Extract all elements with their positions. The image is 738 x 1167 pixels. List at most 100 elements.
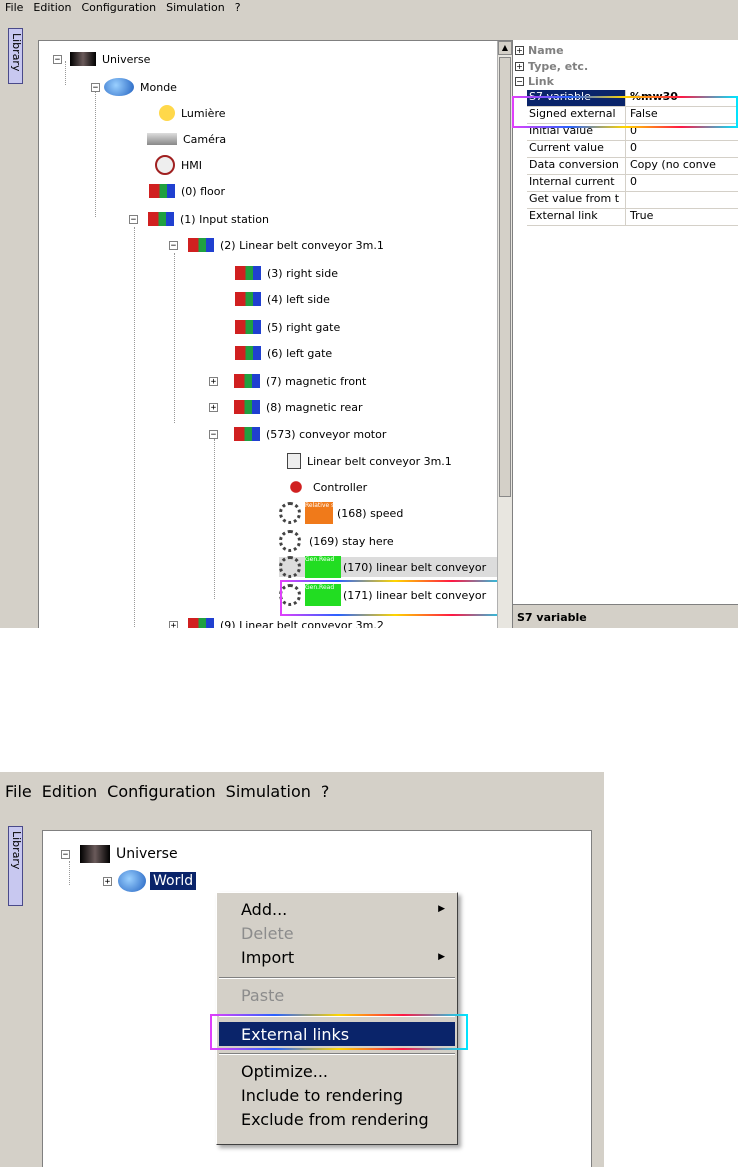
prop-key: Internal current bbox=[527, 175, 626, 191]
scroll-thumb[interactable] bbox=[499, 57, 511, 497]
menu-item-include-rendering[interactable]: Include to rendering bbox=[219, 1083, 455, 1107]
prop-value[interactable]: 0 bbox=[626, 141, 637, 157]
speed-tag: Relative speed bbox=[305, 502, 333, 524]
category-type[interactable]: + Type, etc. bbox=[513, 60, 588, 73]
tree-node-controller[interactable]: Controller bbox=[285, 477, 367, 497]
tree-scrollbar[interactable]: ▲ bbox=[497, 41, 513, 628]
menu-file[interactable]: File bbox=[0, 782, 37, 801]
prop-value[interactable] bbox=[626, 192, 630, 208]
part-icon bbox=[188, 238, 214, 252]
collapse-icon[interactable]: − bbox=[209, 429, 218, 439]
collapse-icon[interactable]: − bbox=[169, 240, 178, 250]
tree-node-left-side[interactable]: (4) left side bbox=[235, 289, 330, 309]
tree-node-conveyor-2[interactable]: + (9) Linear belt conveyor 3m.2 bbox=[169, 615, 384, 628]
tree-label: (4) left side bbox=[267, 292, 330, 306]
tree-node-lumiere[interactable]: Lumière bbox=[159, 103, 226, 123]
tree-label: Linear belt conveyor 3m.1 bbox=[307, 454, 452, 468]
prop-row-data-conversion[interactable]: Data conversion Copy (no conve bbox=[527, 158, 738, 175]
tree-node-conveyor-1[interactable]: − (2) Linear belt conveyor 3m.1 bbox=[169, 235, 384, 255]
tree-label: (1) Input station bbox=[180, 212, 269, 226]
scroll-up-icon[interactable]: ▲ bbox=[498, 41, 512, 55]
tree-label: Caméra bbox=[183, 132, 227, 146]
menu-file[interactable]: File bbox=[0, 1, 28, 14]
tree-node-floor[interactable]: (0) floor bbox=[149, 181, 225, 201]
expand-icon[interactable]: + bbox=[169, 620, 178, 628]
submenu-arrow-icon: ▶ bbox=[438, 952, 445, 962]
tree-label: (3) right side bbox=[267, 266, 338, 280]
tree-label: (0) floor bbox=[181, 184, 225, 198]
menu-item-add[interactable]: Add... ▶ bbox=[219, 897, 455, 921]
menu-item-exclude-rendering[interactable]: Exclude from rendering bbox=[219, 1107, 455, 1131]
menu-edition[interactable]: Edition bbox=[37, 782, 102, 801]
tree-node-linear-belt-item[interactable]: Linear belt conveyor 3m.1 bbox=[287, 451, 452, 471]
top-menubar: File Edition Configuration Simulation ? bbox=[0, 0, 738, 14]
tree-node-right-side[interactable]: (3) right side bbox=[235, 263, 338, 283]
tree-node-monde[interactable]: − Monde bbox=[91, 77, 177, 97]
collapse-icon[interactable]: − bbox=[53, 54, 62, 64]
tree-node-hmi[interactable]: HMI bbox=[155, 155, 202, 175]
highlight-linear-171 bbox=[280, 580, 510, 616]
tree-label-selected: World bbox=[150, 872, 197, 890]
collapse-icon[interactable]: − bbox=[515, 77, 524, 86]
menu-simulation[interactable]: Simulation bbox=[161, 1, 230, 14]
menu-item-label: Paste bbox=[241, 985, 285, 1005]
tree-node-speed[interactable]: Relative speed (168) speed bbox=[279, 502, 403, 524]
gears-icon bbox=[285, 479, 307, 495]
part-icon bbox=[148, 212, 174, 226]
collapse-icon[interactable]: − bbox=[91, 82, 100, 92]
tree-node-conveyor-motor[interactable]: − (573) conveyor motor bbox=[209, 424, 386, 444]
menu-configuration[interactable]: Configuration bbox=[102, 782, 221, 801]
prop-value[interactable]: True bbox=[626, 209, 653, 225]
lightbulb-icon bbox=[159, 105, 175, 121]
menu-separator bbox=[219, 977, 455, 979]
menu-simulation[interactable]: Simulation bbox=[221, 782, 316, 801]
tree-node-magnetic-front[interactable]: + (7) magnetic front bbox=[209, 371, 366, 391]
expand-icon[interactable]: + bbox=[209, 402, 218, 412]
tree-label: HMI bbox=[181, 158, 203, 172]
menu-item-optimize[interactable]: Optimize... bbox=[219, 1059, 455, 1083]
prop-row-current-value[interactable]: Current value 0 bbox=[527, 141, 738, 158]
tree-label: Universe bbox=[102, 52, 151, 66]
tree-node-input-station[interactable]: − (1) Input station bbox=[129, 209, 269, 229]
expand-icon[interactable]: + bbox=[515, 46, 524, 55]
tree-node-left-gate[interactable]: (6) left gate bbox=[235, 343, 332, 363]
prop-value[interactable]: 0 bbox=[626, 175, 637, 191]
prop-row-get-value[interactable]: Get value from t bbox=[527, 192, 738, 209]
menu-configuration[interactable]: Configuration bbox=[76, 1, 161, 14]
menu-edition[interactable]: Edition bbox=[28, 1, 76, 14]
category-name[interactable]: + Name bbox=[513, 44, 564, 57]
expand-icon[interactable]: + bbox=[103, 876, 112, 886]
library-tab[interactable]: Library bbox=[8, 826, 23, 906]
tree-node-universe[interactable]: − Universe bbox=[61, 843, 178, 865]
tree-node-camera[interactable]: Caméra bbox=[147, 129, 226, 149]
menu-item-import[interactable]: Import ▶ bbox=[219, 945, 455, 969]
prop-row-internal-current[interactable]: Internal current 0 bbox=[527, 175, 738, 192]
tree-node-right-gate[interactable]: (5) right gate bbox=[235, 317, 340, 337]
tree-node-world[interactable]: + World bbox=[103, 869, 197, 893]
tree-label: (170) linear belt conveyor bbox=[343, 560, 487, 574]
prop-key: Get value from t bbox=[527, 192, 626, 208]
prop-row-external-link[interactable]: External link True bbox=[527, 209, 738, 226]
collapse-icon[interactable]: − bbox=[129, 214, 138, 224]
part-icon bbox=[234, 400, 260, 414]
tree-label: Controller bbox=[313, 480, 368, 494]
category-link[interactable]: − Link bbox=[513, 75, 554, 88]
menu-item-label: Exclude from rendering bbox=[241, 1109, 429, 1129]
part-icon bbox=[235, 266, 261, 280]
tree-node-universe[interactable]: − Universe bbox=[53, 49, 150, 69]
tree-node-linear-170[interactable]: Gen.Read (170) linear belt conveyor bbox=[279, 556, 513, 578]
library-tab[interactable]: Library bbox=[8, 28, 23, 84]
collapse-icon[interactable]: − bbox=[61, 849, 70, 859]
expand-icon[interactable]: + bbox=[209, 376, 218, 386]
tree-node-stay-here[interactable]: (169) stay here bbox=[279, 530, 394, 552]
menu-help[interactable]: ? bbox=[230, 1, 246, 14]
tree-label: Universe bbox=[116, 846, 178, 862]
prop-key: Data conversion bbox=[527, 158, 626, 174]
menu-help[interactable]: ? bbox=[316, 782, 335, 801]
menu-item-delete: Delete bbox=[219, 921, 455, 945]
highlight-s7-variable bbox=[512, 96, 738, 128]
tree-node-magnetic-rear[interactable]: + (8) magnetic rear bbox=[209, 397, 362, 417]
category-label: Link bbox=[528, 75, 554, 88]
expand-icon[interactable]: + bbox=[515, 62, 524, 71]
prop-value[interactable]: Copy (no conve bbox=[626, 158, 716, 174]
